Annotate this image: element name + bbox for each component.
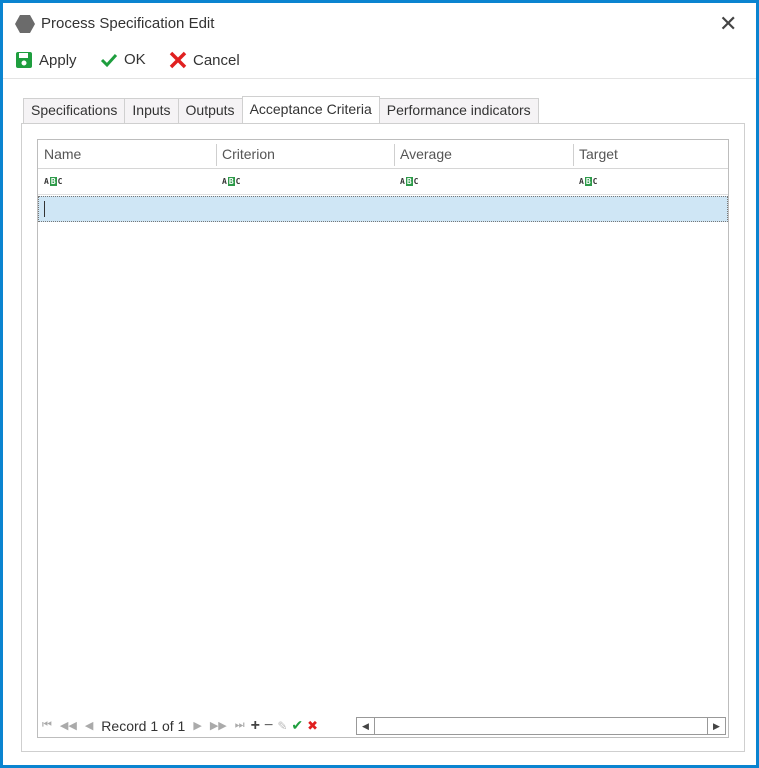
text-filter-icon: ABC: [44, 177, 63, 186]
cancel-label: Cancel: [193, 51, 240, 69]
filter-target[interactable]: ABC: [573, 169, 728, 194]
scroll-right-icon[interactable]: ▶: [707, 718, 725, 734]
add-icon[interactable]: +: [251, 717, 260, 735]
criteria-grid: Name Criterion Average Target ABC ABC AB…: [37, 139, 729, 738]
dialog-window: Process Specification Edit ✕ Apply OK Ca…: [0, 0, 759, 768]
column-header-name[interactable]: Name: [38, 140, 216, 169]
check-icon: [100, 53, 118, 67]
x-icon: [169, 51, 187, 69]
text-filter-icon: ABC: [579, 177, 598, 186]
cancel-edit-icon[interactable]: ✖: [307, 718, 318, 734]
save-edit-icon[interactable]: ✔: [291, 717, 303, 734]
close-button[interactable]: ✕: [719, 11, 737, 37]
save-icon: [16, 52, 32, 68]
filter-criterion[interactable]: ABC: [216, 169, 394, 194]
apply-button[interactable]: Apply: [15, 51, 77, 69]
column-header-target[interactable]: Target: [573, 140, 728, 169]
grid-header: Name Criterion Average Target: [38, 140, 728, 169]
tab-acceptance-criteria[interactable]: Acceptance Criteria: [241, 96, 380, 123]
tab-specifications[interactable]: Specifications: [23, 98, 126, 123]
ok-label: OK: [124, 51, 146, 68]
toolbar-divider: [3, 78, 756, 79]
prev-record-icon[interactable]: ◀: [85, 719, 93, 732]
text-caret: [44, 201, 45, 217]
data-navigator: ⏮ ◀◀ ◀ Record 1 of 1 ▶ ▶▶ ⏭ + − ✎ ✔ ✖ ◀ …: [38, 714, 728, 737]
remove-icon[interactable]: −: [264, 717, 273, 735]
tab-outputs[interactable]: Outputs: [177, 98, 243, 123]
filter-average[interactable]: ABC: [394, 169, 573, 194]
horizontal-scrollbar[interactable]: ◀ ▶: [356, 717, 726, 735]
text-filter-icon: ABC: [400, 177, 419, 186]
tab-performance-indicators[interactable]: Performance indicators: [378, 98, 539, 123]
app-icon: [15, 15, 35, 33]
first-record-icon[interactable]: ⏮: [42, 719, 52, 732]
table-row[interactable]: [38, 196, 728, 222]
ok-button[interactable]: OK: [100, 51, 146, 68]
cancel-button[interactable]: Cancel: [169, 51, 240, 69]
column-header-average[interactable]: Average: [394, 140, 573, 169]
edit-icon[interactable]: ✎: [277, 719, 287, 733]
filter-row: ABC ABC ABC ABC: [38, 169, 728, 195]
tab-inputs[interactable]: Inputs: [124, 98, 179, 123]
text-filter-icon: ABC: [222, 177, 241, 186]
window-title: Process Specification Edit: [41, 15, 215, 32]
next-record-icon[interactable]: ▶: [193, 719, 201, 732]
record-counter: Record 1 of 1: [101, 717, 186, 734]
last-record-icon[interactable]: ⏭: [235, 719, 245, 732]
next-page-icon[interactable]: ▶▶: [210, 719, 227, 732]
scroll-left-icon[interactable]: ◀: [357, 718, 375, 734]
filter-name[interactable]: ABC: [38, 169, 216, 194]
prev-page-icon[interactable]: ◀◀: [60, 719, 77, 732]
column-header-criterion[interactable]: Criterion: [216, 140, 394, 169]
apply-label: Apply: [39, 51, 77, 69]
tab-strip: Specifications Inputs Outputs Acceptance…: [23, 96, 539, 123]
